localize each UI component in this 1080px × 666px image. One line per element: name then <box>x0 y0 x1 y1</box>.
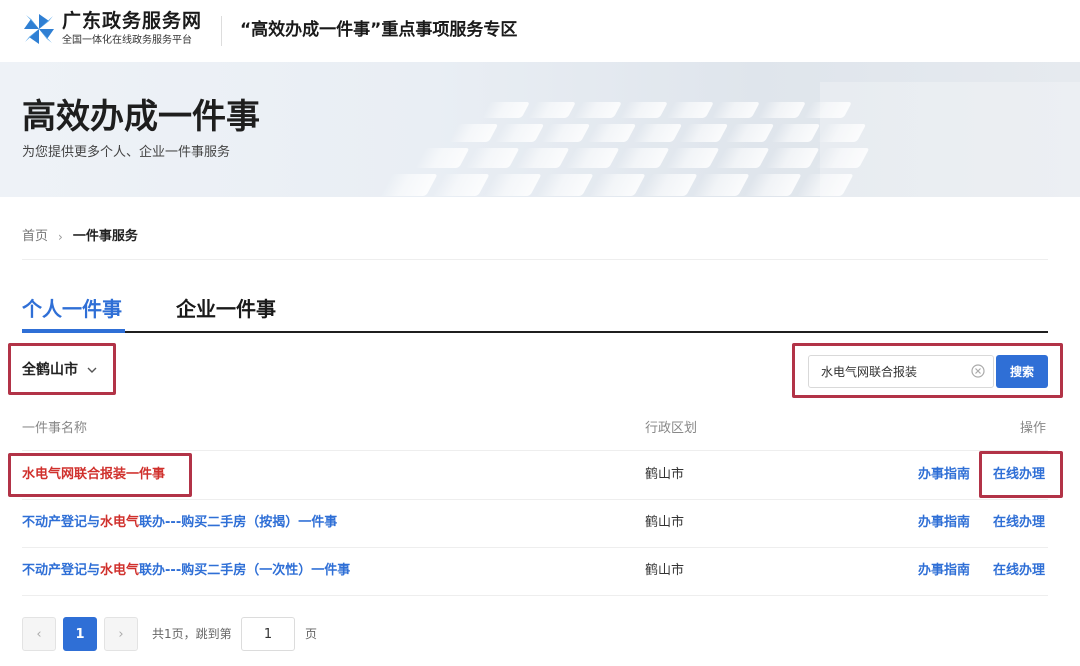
tabs-baseline <box>22 331 1048 333</box>
item-region: 鹤山市 <box>645 515 685 530</box>
region-select-value: 全鹤山市 <box>22 362 78 378</box>
brand-subtitle: 全国一体化在线政务服务平台 <box>62 35 192 46</box>
pinwheel-logo-icon[interactable] <box>22 12 56 46</box>
header-title: “高效办成一件事”重点事项服务专区 <box>240 20 518 40</box>
guide-link[interactable]: 办事指南 <box>918 514 970 532</box>
tab-active-indicator <box>22 329 125 333</box>
item-region: 鹤山市 <box>645 563 685 578</box>
search-input[interactable] <box>808 355 994 388</box>
column-header-name: 一件事名称 <box>22 421 88 436</box>
pagination-info: 共1页，跳到第 <box>152 627 232 641</box>
breadcrumb-divider <box>22 259 1048 260</box>
column-header-action: 操作 <box>1020 421 1047 436</box>
header-divider <box>221 16 222 46</box>
table-row: 不动产登记与水电气联办---购买二手房（一次性）一件事 鹤山市 办事指南 在线办… <box>0 547 1080 595</box>
pagination-next-button[interactable]: › <box>104 617 138 651</box>
search-button[interactable]: 搜索 <box>996 355 1048 388</box>
pagination-jump-input[interactable] <box>241 617 295 651</box>
region-select[interactable]: 全鹤山市 <box>22 358 98 382</box>
table-row: 不动产登记与水电气联办---购买二手房（按揭）一件事 鹤山市 办事指南 在线办理 <box>0 499 1080 547</box>
item-name-link[interactable]: 不动产登记与水电气联办---购买二手房（一次性）一件事 <box>22 562 350 580</box>
guide-link[interactable]: 办事指南 <box>918 466 970 484</box>
online-apply-link[interactable]: 在线办理 <box>993 466 1045 484</box>
banner-subtitle: 为您提供更多个人、企业一件事服务 <box>22 145 231 160</box>
pagination-prev-button[interactable]: ‹ <box>22 617 56 651</box>
table-row: 水电气网联合报装一件事 鹤山市 办事指南 在线办理 <box>0 451 1080 499</box>
brand-name: 广东政务服务网 <box>62 10 203 32</box>
breadcrumb-home-link[interactable]: 首页 <box>22 228 48 246</box>
pagination-unit: 页 <box>305 627 318 641</box>
chevron-down-icon <box>87 367 97 373</box>
tab-enterprise[interactable]: 企业一件事 <box>176 295 276 323</box>
online-apply-link[interactable]: 在线办理 <box>993 562 1045 580</box>
clear-circle-icon[interactable] <box>970 363 986 379</box>
breadcrumb: 首页 › 一件事服务 <box>22 228 138 246</box>
hero-banner: 高效办成一件事 为您提供更多个人、企业一件事服务 <box>0 62 1080 197</box>
guide-link[interactable]: 办事指南 <box>918 562 970 580</box>
item-name-link[interactable]: 水电气网联合报装一件事 <box>22 466 165 484</box>
pagination-page-1[interactable]: 1 <box>63 617 97 651</box>
breadcrumb-separator: › <box>58 230 63 244</box>
row-divider <box>22 595 1048 596</box>
breadcrumb-current: 一件事服务 <box>72 229 138 244</box>
site-header: 广东政务服务网 全国一体化在线政务服务平台 “高效办成一件事”重点事项服务专区 <box>0 0 1080 62</box>
tab-personal[interactable]: 个人一件事 <box>22 295 122 323</box>
online-apply-link[interactable]: 在线办理 <box>993 514 1045 532</box>
item-region: 鹤山市 <box>645 467 685 482</box>
banner-title: 高效办成一件事 <box>22 97 260 137</box>
brand[interactable]: 广东政务服务网 全国一体化在线政务服务平台 <box>62 10 202 48</box>
item-name-link[interactable]: 不动产登记与水电气联办---购买二手房（按揭）一件事 <box>22 514 337 532</box>
column-header-region: 行政区划 <box>645 421 698 436</box>
